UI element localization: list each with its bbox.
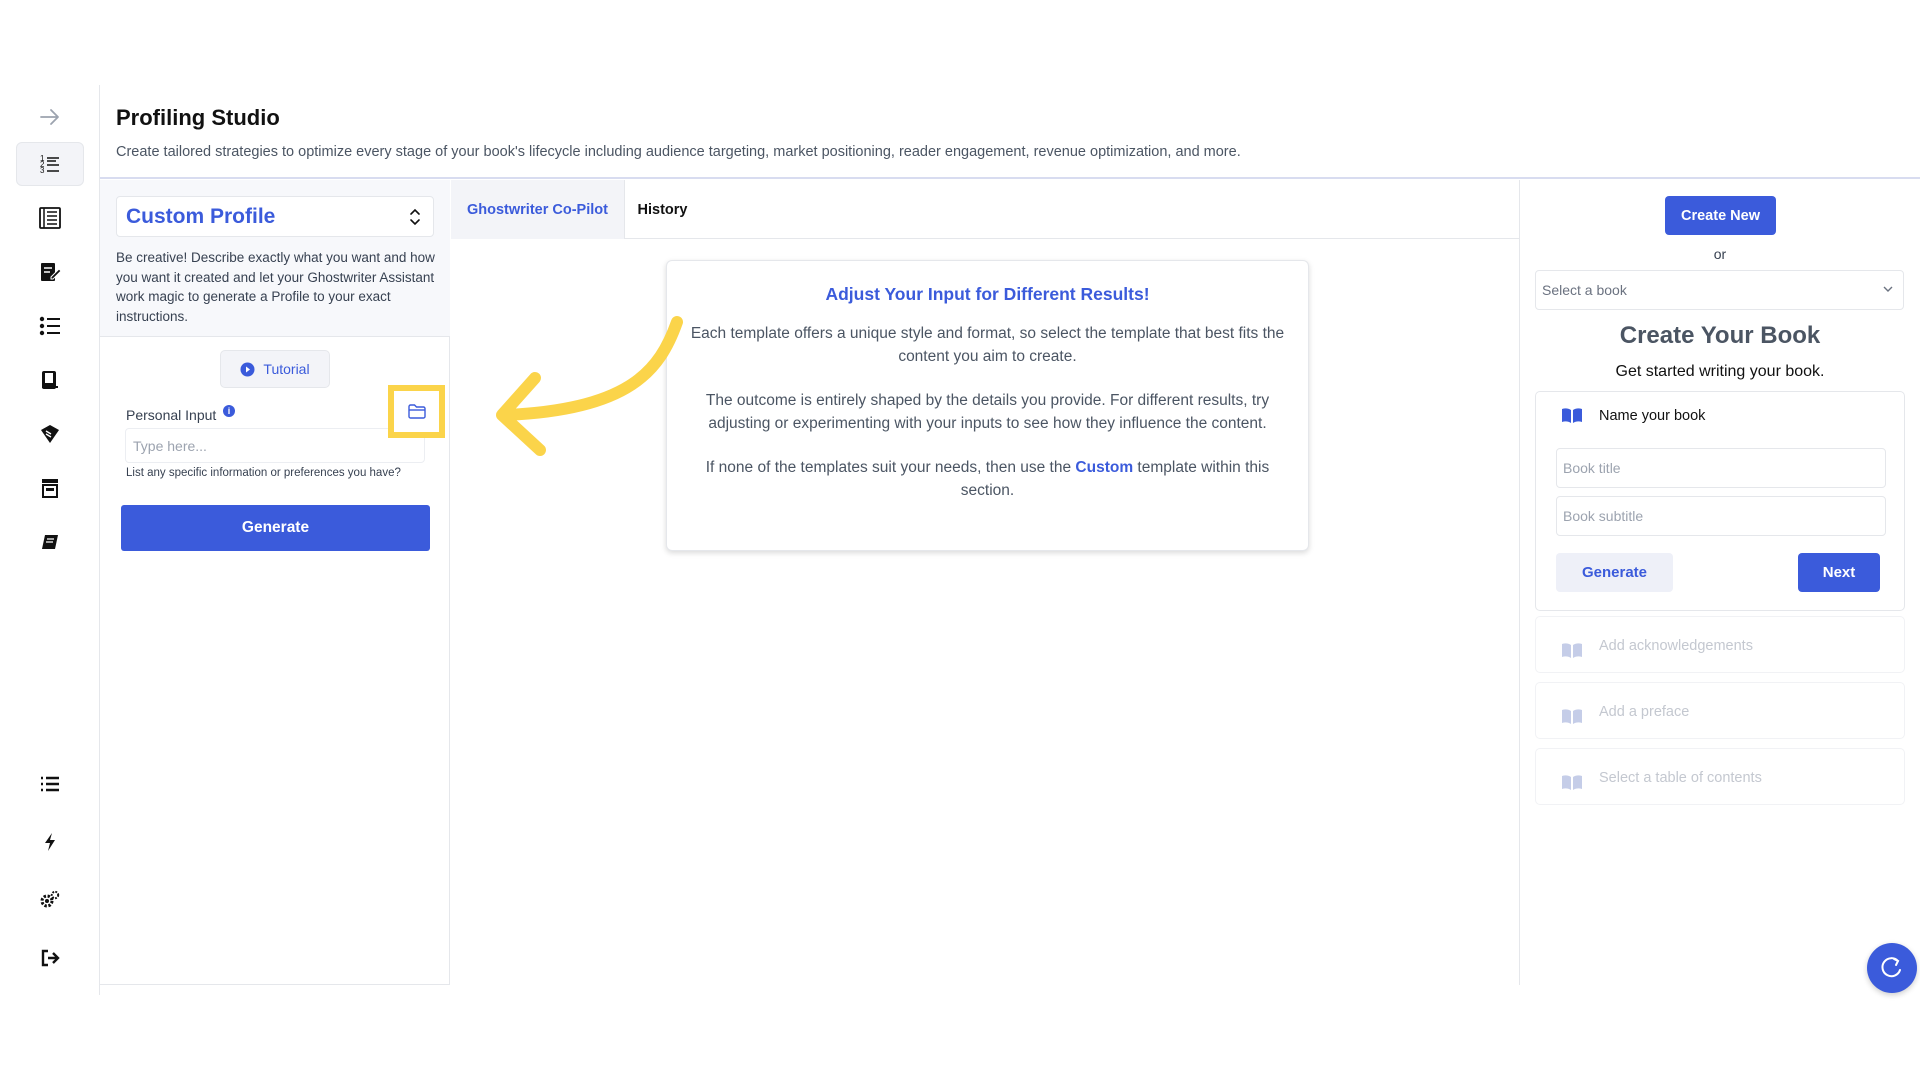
page-description: Create tailored strategies to optimize e… xyxy=(116,144,1241,160)
checklist-icon xyxy=(39,316,60,336)
play-circle-icon xyxy=(240,362,255,376)
sidebar-item-outline[interactable] xyxy=(16,304,84,348)
arrow-right-icon xyxy=(40,109,59,125)
info-icon[interactable]: i xyxy=(223,405,235,417)
sidebar-item-expand[interactable] xyxy=(16,95,84,139)
folder-button[interactable] xyxy=(388,385,445,438)
open-book-icon xyxy=(1562,408,1582,423)
personal-input[interactable] xyxy=(125,428,425,463)
chevron-up-down-icon xyxy=(410,208,420,226)
personal-input-hint: List any specific information or prefere… xyxy=(126,467,401,479)
book-stack-icon xyxy=(42,371,58,389)
step-label: Add a preface xyxy=(1599,703,1690,720)
edit-note-icon xyxy=(41,263,62,281)
book-panel: Create New or Select a book Create Your … xyxy=(1520,180,1920,985)
open-book-icon xyxy=(1562,643,1582,658)
info-card: Adjust Your Input for Different Results!… xyxy=(666,260,1309,551)
book-title-input[interactable] xyxy=(1556,448,1886,488)
book-icon xyxy=(42,535,58,549)
personal-input-label: Personal Input xyxy=(126,407,217,423)
tutorial-label: Tutorial xyxy=(263,361,310,377)
step-label: Add acknowledgements xyxy=(1599,637,1753,654)
or-separator: or xyxy=(1713,246,1727,262)
logout-icon xyxy=(41,949,60,967)
refresh-spinner-icon xyxy=(1881,957,1901,978)
step-preface[interactable]: Add a preface xyxy=(1535,682,1905,739)
create-book-subtitle: Get started writing your book. xyxy=(1615,363,1825,380)
generate-button[interactable]: Generate xyxy=(121,505,430,551)
main-content: Ghostwriter Co-Pilot History Adjust Your… xyxy=(451,180,1520,985)
book-list-icon xyxy=(39,207,61,229)
sidebar-item-profiling[interactable]: 123 xyxy=(16,142,84,186)
sidebar-item-books[interactable] xyxy=(16,196,84,240)
book-subtitle-input[interactable] xyxy=(1556,496,1886,536)
list-icon xyxy=(41,776,59,792)
tab-bar: Ghostwriter Co-Pilot History xyxy=(451,180,1520,239)
help-chat-button[interactable] xyxy=(1867,943,1917,993)
tag-icon xyxy=(41,425,59,443)
select-book-dropdown[interactable]: Select a book xyxy=(1535,270,1904,310)
select-book-value: Select a book xyxy=(1542,282,1627,298)
page-title: Profiling Studio xyxy=(116,105,280,130)
sidebar-item-store[interactable] xyxy=(16,466,84,510)
info-card-paragraph: The outcome is entirely shaped by the de… xyxy=(705,392,1270,432)
profile-description: Be creative! Describe exactly what you w… xyxy=(116,250,435,324)
profile-header: Custom Profile Be creative! Describe exa… xyxy=(100,180,450,337)
step-acknowledgements[interactable]: Add acknowledgements xyxy=(1535,616,1905,673)
sidebar-item-library[interactable] xyxy=(16,358,84,402)
storefront-icon xyxy=(42,479,58,498)
svg-text:3: 3 xyxy=(40,166,45,175)
sidebar-item-list[interactable] xyxy=(16,762,84,806)
tutorial-button[interactable]: Tutorial xyxy=(220,350,330,388)
sidebar: 123 xyxy=(0,85,100,995)
info-card-paragraph: Each template offers a unique style and … xyxy=(690,325,1285,365)
open-book-icon xyxy=(1562,709,1582,724)
sidebar-item-quick[interactable] xyxy=(16,820,84,864)
bolt-icon xyxy=(45,833,55,851)
profile-select[interactable]: Custom Profile xyxy=(116,196,434,237)
page-header: Profiling Studio Create tailored strateg… xyxy=(100,85,1920,179)
list-numbered-icon: 123 xyxy=(40,154,59,175)
open-book-icon xyxy=(1562,775,1582,790)
profile-select-value: Custom Profile xyxy=(126,204,276,228)
tab-ghostwriter-copilot[interactable]: Ghostwriter Co-Pilot xyxy=(451,180,625,239)
folder-icon xyxy=(407,404,426,419)
name-book-header: Name your book xyxy=(1536,392,1906,439)
sidebar-item-marketing[interactable] xyxy=(16,412,84,456)
chevron-down-icon xyxy=(1883,286,1893,292)
name-book-card: Name your book Generate Next xyxy=(1535,391,1905,611)
profile-panel: Custom Profile Be creative! Describe exa… xyxy=(100,180,450,985)
settings-gears-icon xyxy=(40,890,60,908)
step-label: Select a table of contents xyxy=(1599,769,1762,786)
custom-template-highlight: Custom xyxy=(1075,459,1134,476)
info-card-text: If none of the templates suit your needs… xyxy=(705,459,1076,476)
sidebar-item-logout[interactable] xyxy=(16,936,84,980)
info-card-paragraph: If none of the templates suit your needs… xyxy=(685,457,1290,502)
sidebar-item-settings[interactable] xyxy=(16,878,84,922)
info-card-title: Adjust Your Input for Different Results! xyxy=(825,284,1150,304)
sidebar-item-editor[interactable] xyxy=(16,250,84,294)
book-generate-button[interactable]: Generate xyxy=(1556,553,1673,592)
sidebar-item-reader[interactable] xyxy=(16,520,84,564)
next-button[interactable]: Next xyxy=(1798,553,1880,592)
create-new-button[interactable]: Create New xyxy=(1665,196,1776,235)
tab-history[interactable]: History xyxy=(625,180,700,239)
create-book-title: Create Your Book xyxy=(1619,322,1821,349)
name-book-label: Name your book xyxy=(1599,407,1706,424)
step-table-of-contents[interactable]: Select a table of contents xyxy=(1535,748,1905,805)
